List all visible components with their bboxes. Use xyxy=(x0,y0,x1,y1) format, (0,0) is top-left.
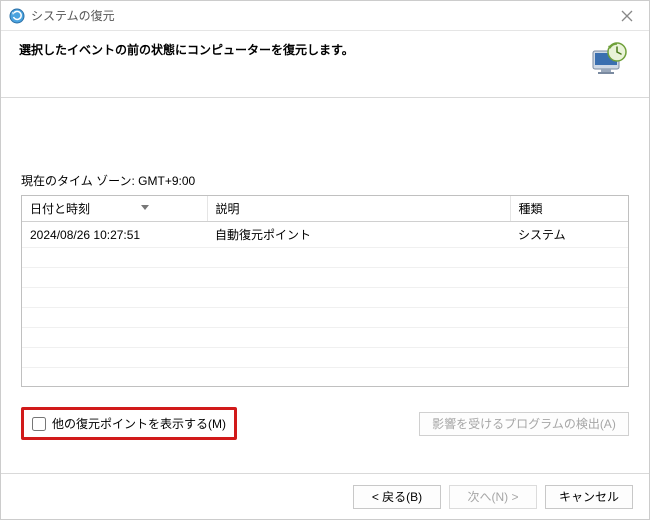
cell-description: 自動復元ポイント xyxy=(207,222,510,248)
table-row[interactable]: 2024/08/26 10:27:51 自動復元ポイント システム xyxy=(22,222,628,248)
next-button: 次へ(N) > xyxy=(449,485,537,509)
timezone-label: 現在のタイム ゾーン: GMT+9:00 xyxy=(21,172,629,189)
header: 選択したイベントの前の状態にコンピューターを復元します。 xyxy=(1,31,649,98)
cell-type: システム xyxy=(510,222,628,248)
column-datetime[interactable]: 日付と時刻 xyxy=(22,196,207,222)
table-row xyxy=(22,308,628,328)
table-row xyxy=(22,328,628,348)
system-restore-window: システムの復元 選択したイベントの前の状態にコンピューターを復元します。 現在の… xyxy=(0,0,650,520)
back-button[interactable]: < 戻る(B) xyxy=(353,485,441,509)
page-heading: 選択したイベントの前の状態にコンピューターを復元します。 xyxy=(19,41,583,58)
system-restore-icon xyxy=(9,8,25,24)
column-description[interactable]: 説明 xyxy=(207,196,510,222)
scan-affected-button: 影響を受けるプログラムの検出(A) xyxy=(419,412,629,436)
table-header-row: 日付と時刻 説明 種類 xyxy=(22,196,628,222)
restore-points-table[interactable]: 日付と時刻 説明 種類 2024/08/26 10:27:51 自動復元ポイント… xyxy=(21,195,629,387)
close-icon[interactable] xyxy=(613,7,641,25)
show-more-label[interactable]: 他の復元ポイントを表示する(M) xyxy=(52,415,226,432)
window-title: システムの復元 xyxy=(31,7,115,24)
table-row xyxy=(22,268,628,288)
footer: < 戻る(B) 次へ(N) > キャンセル xyxy=(1,473,649,519)
content-area: 現在のタイム ゾーン: GMT+9:00 日付と時刻 説明 種類 2024/08… xyxy=(1,98,649,473)
show-more-checkbox[interactable] xyxy=(32,417,46,431)
table-row xyxy=(22,288,628,308)
table-row xyxy=(22,368,628,388)
restore-clock-icon xyxy=(583,41,631,81)
options-row: 他の復元ポイントを表示する(M) 影響を受けるプログラムの検出(A) xyxy=(21,407,629,440)
table-row xyxy=(22,348,628,368)
column-type[interactable]: 種類 xyxy=(510,196,628,222)
cancel-button[interactable]: キャンセル xyxy=(545,485,633,509)
table-row xyxy=(22,248,628,268)
show-more-restore-points[interactable]: 他の復元ポイントを表示する(M) xyxy=(21,407,237,440)
titlebar: システムの復元 xyxy=(1,1,649,31)
cell-datetime: 2024/08/26 10:27:51 xyxy=(22,222,207,248)
